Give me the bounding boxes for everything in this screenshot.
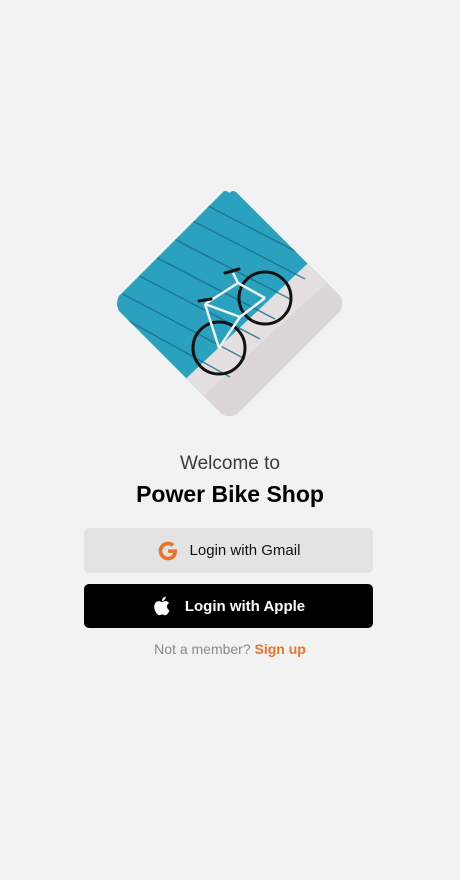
- shop-name-title: Power Bike Shop: [136, 481, 324, 507]
- hero-bike-image: [115, 189, 344, 418]
- apple-button-label: Login with Apple: [184, 597, 306, 615]
- login-with-gmail-button[interactable]: Login with Gmail: [84, 528, 373, 573]
- login-with-apple-button[interactable]: Login with Apple: [84, 584, 373, 628]
- welcome-text: Welcome to: [180, 453, 280, 474]
- signup-prompt: Not a member? Sign up: [0, 640, 460, 658]
- sign-up-link[interactable]: Sign up: [255, 641, 306, 657]
- bike-photo: [117, 191, 342, 416]
- not-member-text: Not a member?: [154, 641, 251, 657]
- apple-icon: [152, 595, 174, 617]
- gmail-button-label: Login with Gmail: [189, 542, 301, 559]
- google-icon: [157, 540, 179, 562]
